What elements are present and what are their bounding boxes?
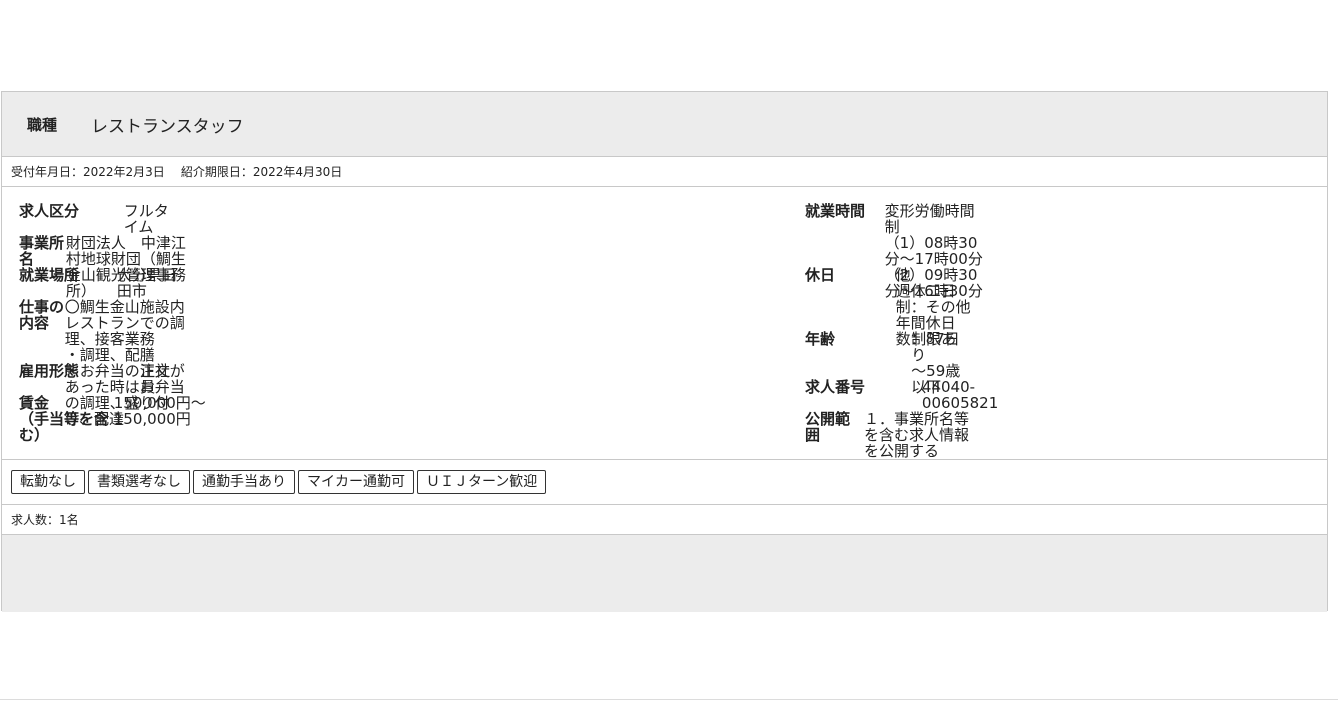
tag-no-document-screening: 書類選考なし	[88, 470, 190, 494]
category-label: 求人区分	[19, 202, 80, 220]
disclosure-value: １．事業所名等を含む求人情報を公開する	[864, 410, 970, 460]
job-card: 職種 レストランスタッフ 受付年月日：2022年2月3日 紹介期限日：2022年…	[1, 91, 1328, 612]
info-row-employment-type: 雇用形態 正社員	[19, 363, 178, 395]
category-value: フルタイム	[123, 202, 169, 236]
job-info: 求人区分 フルタイム 事業所名 財団法人 中津江村地球財団（鯛生金山観光管理事務…	[2, 187, 1327, 460]
job-type-label: 職種	[27, 115, 58, 134]
tag-commute-allowance: 通勤手当あり	[193, 470, 295, 494]
openings-count: 求人数：1名	[2, 505, 1327, 535]
card-footer	[2, 535, 1327, 612]
tag-uij-turn: ＵＩＪターン歓迎	[417, 470, 547, 494]
location-label: 就業場所	[19, 266, 80, 284]
info-row-job-number: 求人番号 44040-00605821	[805, 379, 1026, 411]
employment-type-value: 正社員	[140, 362, 171, 396]
feature-tags: 転勤なし 書類選考なし 通勤手当あり マイカー通勤可 ＵＩＪターン歓迎	[2, 460, 1327, 505]
tag-car-commute: マイカー通勤可	[298, 470, 414, 494]
job-title-bar: 職種 レストランスタッフ	[2, 92, 1327, 157]
received-date: 受付年月日：2022年2月3日	[11, 165, 165, 179]
job-type-value: レストランスタッフ	[91, 116, 244, 137]
info-row-category: 求人区分 フルタイム	[19, 203, 178, 235]
info-row-wage: 賃金 （手当等を含む） 150,000円〜150,000円	[19, 395, 225, 443]
disclosure-label: 公開範囲	[805, 410, 851, 444]
employment-type-label: 雇用形態	[19, 362, 80, 380]
location-value: 大分県日田市	[116, 266, 177, 300]
wage-value: 150,000円〜150,000円	[113, 394, 206, 428]
wage-label: 賃金 （手当等を含む）	[19, 394, 110, 444]
page-divider	[0, 699, 1338, 700]
info-row-disclosure: 公開範囲 １．事業所名等を含む求人情報を公開する	[805, 411, 980, 459]
dates-row: 受付年月日：2022年2月3日 紹介期限日：2022年4月30日	[2, 157, 1327, 187]
job-number-value: 44040-00605821	[921, 378, 999, 412]
tag-no-transfer: 転勤なし	[11, 470, 85, 494]
info-row-location: 就業場所 大分県日田市	[19, 267, 178, 299]
job-number-label: 求人番号	[805, 378, 866, 396]
expiry-date: 紹介期限日：2022年4月30日	[180, 165, 343, 179]
